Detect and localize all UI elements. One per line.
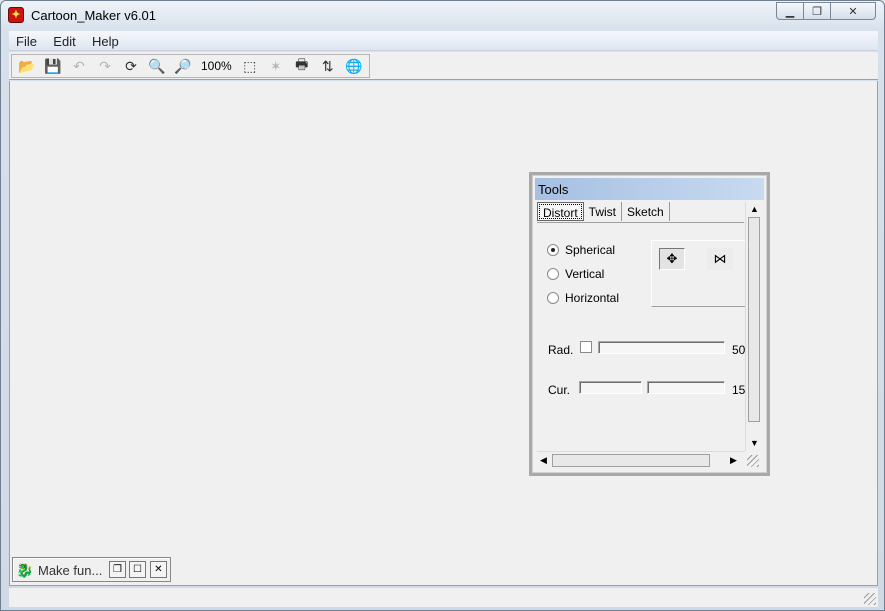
cur-value: 15 [732,383,746,397]
radio-button[interactable] [547,268,559,280]
contract-mode-button[interactable]: ⋈ [707,248,733,270]
tools-panel: Tools Distort Twist Sketch Spherical Ver… [529,172,770,476]
save-icon: 💾 [44,57,62,74]
open-icon: 📂 [18,57,36,74]
app-icon: ✦ [8,7,24,23]
resize-grip-icon[interactable] [864,593,876,605]
radio-horizontal[interactable]: Horizontal [547,291,619,305]
child-maximize-button[interactable]: ☐ [129,561,146,578]
scroll-right-icon[interactable]: ▶ [730,455,737,466]
refresh-icon: ⟳ [125,57,137,74]
rad-slider[interactable] [598,341,725,354]
scroll-up-icon[interactable]: ▲ [750,204,759,214]
close-button[interactable]: ✕ [830,2,876,20]
redo-button[interactable]: ↷ [93,55,117,77]
zoom-out-icon: 🔍 [148,57,166,74]
window-controls: ▁ ❐ ✕ [776,2,876,20]
refresh-button[interactable]: ⟳ [119,55,143,77]
cur-slider-left[interactable] [579,381,642,394]
select-button[interactable]: ⬚ [238,55,262,77]
maximize-icon: ☐ [133,564,142,575]
close-icon: ✕ [848,5,858,18]
update-button[interactable]: ⇅ [316,55,340,77]
cur-label: Cur. [548,383,571,397]
close-icon: ✕ [154,564,163,575]
horizontal-scrollbar[interactable]: ◀ ▶ [537,451,745,468]
minimize-button[interactable]: ▁ [776,2,804,20]
resize-grip-icon[interactable] [747,455,759,467]
zoom-in-button[interactable]: 🔎 [171,55,195,77]
scroll-left-icon[interactable]: ◀ [540,455,547,466]
tools-tabs: Distort Twist Sketch [537,202,670,222]
zoom-in-icon: 🔎 [174,57,192,74]
rad-value: 50 [732,343,746,357]
restore-button[interactable]: ❐ [803,2,831,20]
rad-checkbox[interactable] [580,341,592,353]
zoom-out-button[interactable]: 🔍 [145,55,169,77]
radio-label: Spherical [565,243,616,257]
redo-icon: ↷ [99,57,111,74]
open-button[interactable]: 📂 [15,55,39,77]
radio-vertical[interactable]: Vertical [547,267,604,281]
web-icon: 🌐 [344,57,363,74]
restore-icon: ❐ [113,564,122,575]
menu-edit[interactable]: Edit [46,31,81,49]
expand-mode-button[interactable]: ✥ [659,248,685,270]
tab-divider [537,222,744,223]
toolbar-buttons: 📂 💾 ↶ ↷ ⟳ 🔍 🔎 100% ⬚ ✶ 🖶 ⇅ 🌐 [11,54,370,78]
update-icon: ⇅ [321,57,334,74]
zoom-level[interactable]: 100% [196,59,237,73]
minimize-icon: ▁ [785,5,795,18]
rad-label: Rad. [548,343,574,357]
select-icon: ⬚ [243,57,257,74]
title-bar[interactable]: ✦ Cartoon_Maker v6.01 ▁ ❐ ✕ [1,1,884,30]
restore-icon: ❐ [812,5,822,18]
expand-arrows-icon: ✥ [666,251,678,266]
toolbar: 📂 💾 ↶ ↷ ⟳ 🔍 🔎 100% ⬚ ✶ 🖶 ⇅ 🌐 [9,52,878,80]
magic-wand-button[interactable]: ✶ [264,55,288,77]
app-window: ✦ Cartoon_Maker v6.01 ▁ ❐ ✕ File Edit He… [0,0,885,611]
print-button[interactable]: 🖶 [290,55,314,77]
menu-file[interactable]: File [9,31,43,49]
minimized-child-window[interactable]: 🐉 Make fun... ❐ ☐ ✕ [12,557,171,582]
tab-distort[interactable]: Distort [537,202,584,221]
contract-arrows-icon: ⋈ [713,251,727,266]
undo-button[interactable]: ↶ [67,55,91,77]
horizontal-scroll-thumb[interactable] [552,454,710,467]
radio-label: Horizontal [565,291,620,305]
child-close-button[interactable]: ✕ [150,561,167,578]
magic-wand-icon: ✶ [269,57,282,74]
status-bar [9,587,878,607]
print-icon: 🖶 [295,56,309,72]
child-restore-button[interactable]: ❐ [109,561,126,578]
tab-sketch[interactable]: Sketch [622,202,670,221]
scroll-down-icon[interactable]: ▼ [750,438,759,448]
minimized-window-title[interactable]: Make fun... [38,563,102,578]
radio-button[interactable] [547,244,559,256]
web-button[interactable]: 🌐 [342,55,366,77]
dragon-icon: 🐉 [16,562,34,578]
window-title: Cartoon_Maker v6.01 [31,8,157,23]
tab-twist[interactable]: Twist [584,202,623,221]
mode-group: ✥ ⋈ [651,240,745,307]
vertical-scrollbar[interactable]: ▲ ▼ [745,202,761,451]
tools-title[interactable]: Tools [535,178,764,200]
radio-label: Vertical [565,267,605,281]
undo-icon: ↶ [73,57,85,74]
cur-slider-right[interactable] [647,381,725,394]
radio-spherical[interactable]: Spherical [547,243,615,257]
radio-button[interactable] [547,292,559,304]
save-button[interactable]: 💾 [41,55,65,77]
menu-help[interactable]: Help [85,31,125,49]
vertical-scroll-thumb[interactable] [748,217,760,422]
menu-bar: File Edit Help [9,31,878,51]
